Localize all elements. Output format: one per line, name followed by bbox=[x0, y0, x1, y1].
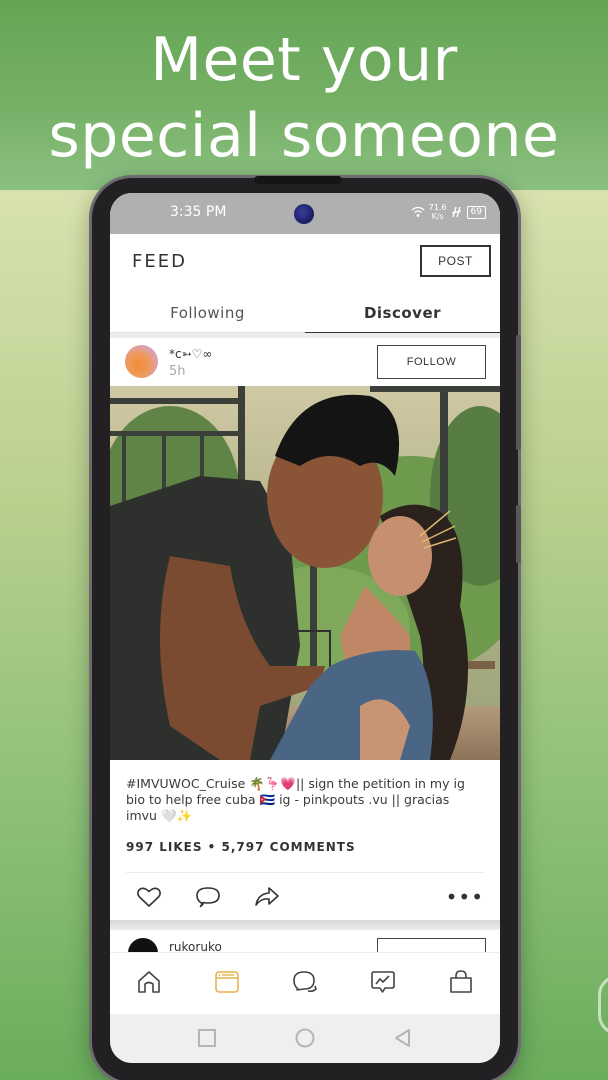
post-header: *c➳♡∞ 5h FOLLOW bbox=[110, 338, 500, 386]
share-icon[interactable] bbox=[254, 885, 280, 909]
post-username[interactable]: rukoruko bbox=[169, 940, 222, 952]
phone-screen: 3:35 PM 71.6 K/s 69 FEED POST Following … bbox=[110, 193, 500, 1063]
caption-line: #IMVUWOC_Cruise 🌴🦩💗|| sign the petition … bbox=[126, 776, 465, 791]
status-bar: 3:35 PM 71.6 K/s 69 bbox=[110, 193, 500, 234]
battery-icon: 69 bbox=[466, 205, 486, 219]
home-circle-icon[interactable] bbox=[295, 1028, 315, 1048]
phone-speaker bbox=[254, 176, 342, 184]
post-time: 5h bbox=[169, 364, 186, 379]
wifi-icon bbox=[411, 206, 425, 217]
feed-separator bbox=[110, 920, 500, 930]
post-button[interactable]: POST bbox=[420, 245, 491, 277]
home-icon[interactable] bbox=[136, 969, 162, 995]
promo-headline-line2: special someone bbox=[48, 101, 560, 171]
front-camera-icon bbox=[294, 204, 314, 224]
signal-icon bbox=[451, 206, 461, 218]
promo-headline-line1: Meet your bbox=[150, 25, 458, 95]
bottom-nav bbox=[110, 952, 500, 1014]
feed-icon[interactable] bbox=[214, 969, 240, 995]
activity-icon[interactable] bbox=[370, 969, 396, 995]
avatar[interactable] bbox=[128, 938, 158, 952]
status-indicators: 71.6 K/s 69 bbox=[411, 203, 486, 221]
feed-tabs: Following Discover bbox=[110, 292, 500, 334]
back-icon[interactable] bbox=[393, 1028, 413, 1048]
shop-icon[interactable] bbox=[448, 969, 474, 995]
caption-line: imvu 🤍✨ bbox=[126, 808, 193, 823]
net-speed: 71.6 K/s bbox=[429, 203, 447, 221]
caption-line: bio to help free cuba 🇨🇺 ig - pinkpouts … bbox=[126, 792, 450, 807]
chat-icon[interactable] bbox=[292, 969, 318, 995]
background-decoration bbox=[598, 975, 608, 1035]
avatar[interactable] bbox=[125, 345, 158, 378]
follow-button[interactable]: FOLLOW bbox=[377, 345, 486, 379]
net-speed-value: 71.6 bbox=[428, 203, 447, 212]
recent-apps-icon[interactable] bbox=[197, 1028, 217, 1048]
post-image[interactable] bbox=[110, 386, 500, 760]
next-post-header: rukoruko bbox=[110, 930, 500, 952]
post-actions: ••• bbox=[110, 873, 500, 920]
tab-following[interactable]: Following bbox=[110, 292, 305, 333]
page-title: FEED bbox=[132, 251, 187, 272]
heart-icon[interactable] bbox=[136, 885, 162, 909]
post-caption: #IMVUWOC_Cruise 🌴🦩💗|| sign the petition … bbox=[126, 776, 486, 824]
status-time: 3:35 PM bbox=[170, 204, 227, 220]
post-image-illustration bbox=[110, 386, 500, 760]
post-username[interactable]: *c➳♡∞ bbox=[169, 347, 212, 361]
tab-discover[interactable]: Discover bbox=[305, 292, 500, 334]
post-stats[interactable]: 997 LIKES • 5,797 COMMENTS bbox=[126, 840, 356, 854]
volume-button bbox=[516, 335, 521, 450]
system-nav-bar bbox=[110, 1014, 500, 1063]
follow-button[interactable] bbox=[377, 938, 486, 952]
app-bar: FEED POST bbox=[110, 234, 500, 292]
power-button bbox=[516, 505, 521, 563]
more-icon[interactable]: ••• bbox=[446, 887, 484, 907]
comment-icon[interactable] bbox=[195, 885, 221, 909]
net-speed-unit: K/s bbox=[431, 212, 444, 221]
